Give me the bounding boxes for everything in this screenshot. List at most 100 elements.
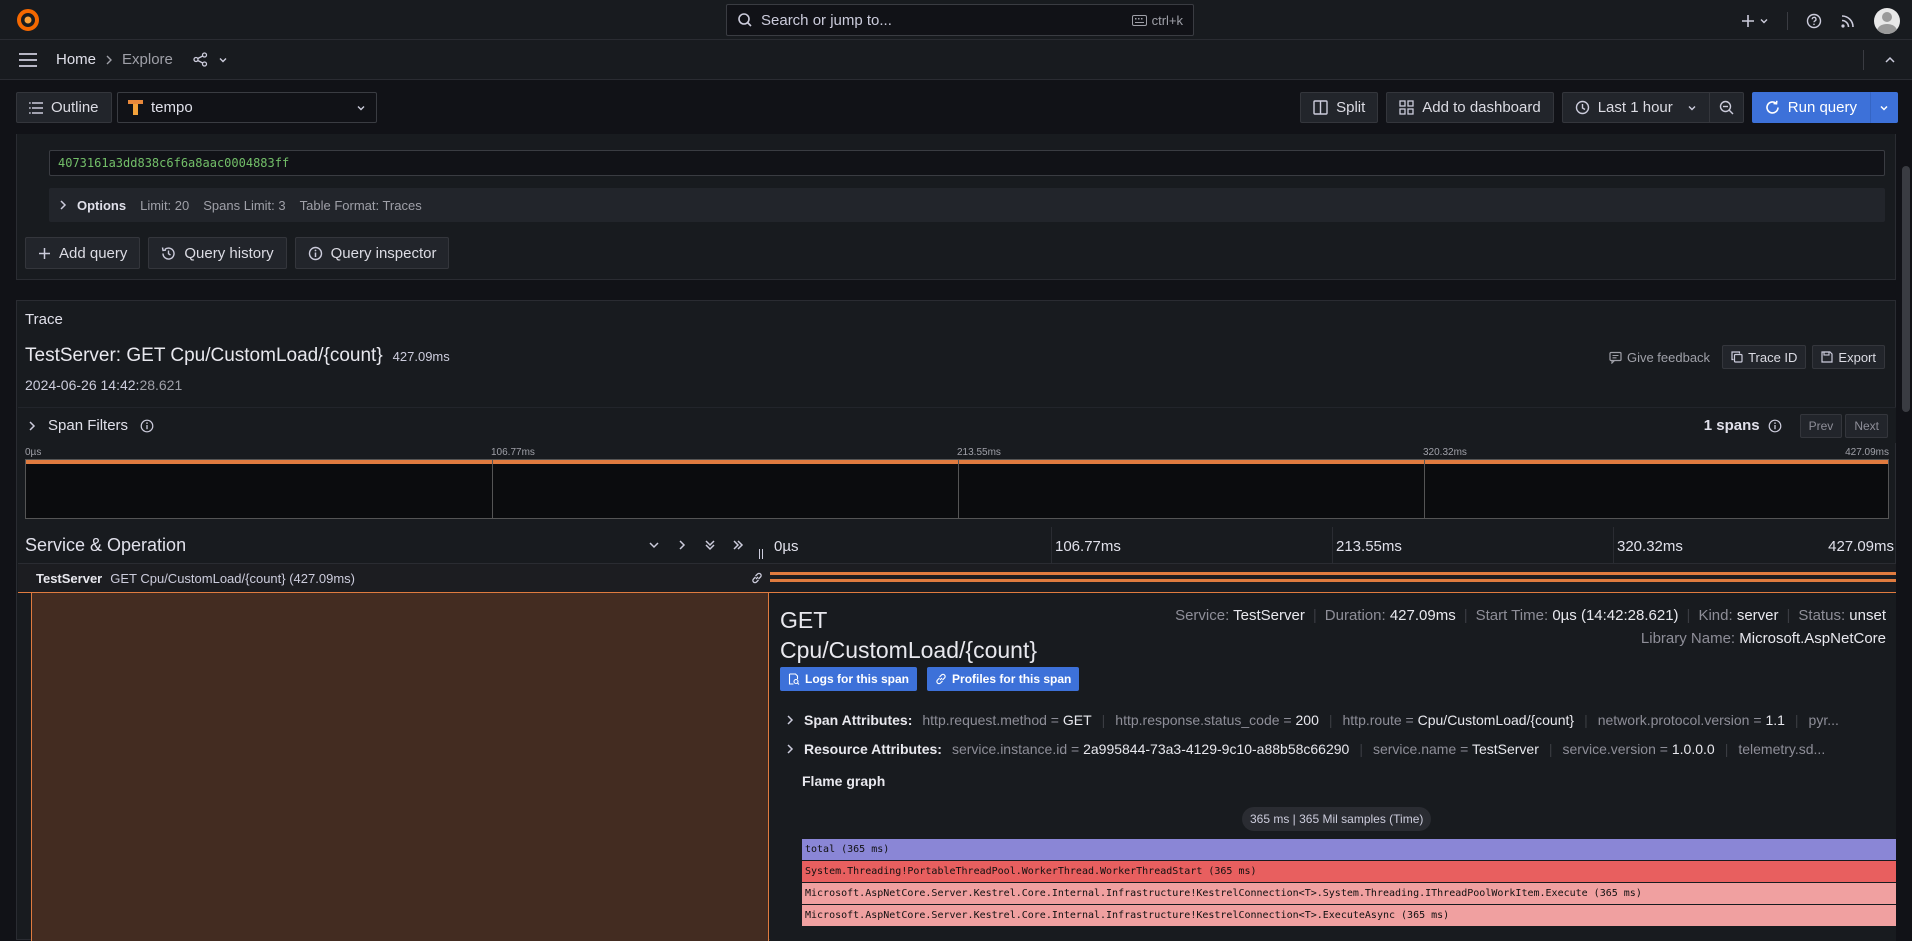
plus-icon [1742,15,1754,27]
span-row[interactable]: TestServer GET Cpu/CustomLoad/{count} (4… [18,563,1896,593]
plus-icon [39,247,50,259]
run-query-button[interactable]: Run query [1751,92,1870,123]
query-actions: Add query Query history Query inspector [25,237,450,269]
chevron-right-icon[interactable] [676,539,688,551]
span-filters-row[interactable]: Span Filters 1 spans Prev Next [18,407,1896,443]
resource-attributes-label: Resource Attributes: [804,741,942,757]
attr-value: TestServer [1471,741,1539,757]
span-service: TestServer [36,570,103,586]
link-icon[interactable] [750,571,764,585]
run-query-dropdown[interactable] [1870,92,1898,123]
span-detail: GET Cpu/CustomLoad/{count} Service: Test… [770,593,1896,941]
trace-start-date: 2024-06-26 14:42: [25,377,140,393]
rss-news-icon[interactable] [1840,13,1856,29]
trace-id-button[interactable]: Trace ID [1722,345,1807,369]
menu-icon[interactable] [18,52,38,68]
grafana-logo-icon[interactable] [16,8,40,32]
add-to-dashboard-label: Add to dashboard [1422,99,1541,116]
trace-header-actions: Give feedback Trace ID Export [1603,345,1885,369]
start-time-value: 0µs (14:42:28.621) [1552,607,1679,624]
chevron-down-icon [357,105,365,110]
double-chevron-down-icon[interactable] [704,539,716,551]
resource-attributes-row[interactable]: Resource Attributes: service.instance.id… [786,741,1886,757]
clock-icon [1575,100,1589,115]
flame-graph-bar[interactable]: System.Threading!PortableThreadPool.Work… [802,861,1896,882]
new-dropdown-button[interactable] [1741,14,1769,28]
add-to-dashboard-button[interactable]: Add to dashboard [1386,92,1554,123]
zoom-out-button[interactable] [1709,92,1744,123]
chevron-down-icon[interactable] [648,539,660,551]
span-detail-indent [31,593,769,941]
column-resizer[interactable] [759,549,763,559]
datasource-picker[interactable]: tempo [117,92,377,123]
logs-for-span-button[interactable]: Logs for this span [780,667,918,691]
flame-graph-bar[interactable]: Microsoft.AspNetCore.Server.Kestrel.Core… [802,905,1896,926]
add-query-button[interactable]: Add query [25,237,141,269]
history-icon [162,246,176,260]
span-attributes-row[interactable]: Span Attributes: http.request.method = G… [786,712,1886,728]
top-right-actions [1741,8,1900,34]
minimap-span-bar [26,460,1888,464]
logs-for-span-label: Logs for this span [805,672,910,686]
library-value: Microsoft.AspNetCore [1739,630,1886,647]
split-icon [1313,100,1328,115]
span-detail-method: GET [780,607,828,633]
outline-button[interactable]: Outline [16,92,112,123]
share-icon[interactable] [193,52,208,67]
minimap-tick: 0µs [25,447,42,458]
span-name-cell[interactable]: TestServer GET Cpu/CustomLoad/{count} (4… [18,564,770,592]
user-avatar[interactable] [1874,8,1900,34]
copy-icon [1731,351,1743,363]
timeline-gridline [1613,527,1614,563]
give-feedback-label: Give feedback [1626,349,1711,365]
chevron-down-icon[interactable] [218,55,228,65]
search-shortcut: ctrl+k [1131,13,1183,28]
timeline-ticks: 0µs 106.77ms 213.55ms 320.32ms 427.09ms [770,527,1896,563]
profiles-for-span-button[interactable]: Profiles for this span [927,667,1080,691]
info-circle-icon[interactable] [140,419,154,433]
span-duration-bar[interactable] [770,572,1896,582]
chevron-down-icon [1688,105,1696,110]
attr-value: GET [1062,712,1092,728]
give-feedback-link[interactable]: Give feedback [1603,350,1716,365]
prev-button[interactable]: Prev [1799,413,1843,438]
trace-start-time: 2024-06-26 14:42:28.621 [25,377,182,393]
attr-value: Cpu/CustomLoad/{count} [1417,712,1575,728]
tree-controls [648,539,744,551]
next-button[interactable]: Next [1845,413,1888,438]
minimap-gridline [1424,460,1425,518]
flame-graph[interactable]: total (365 ms) System.Threading!Portable… [802,839,1896,926]
search-input[interactable]: Search or jump to... ctrl+k [726,4,1194,36]
trace-header: TestServer: GET Cpu/CustomLoad/{count} 4… [25,345,450,367]
flame-graph-bar[interactable]: Microsoft.AspNetCore.Server.Kestrel.Core… [802,883,1896,904]
attr-value: 2a995844-73a3-4129-9c10-a88b58c66290 [1083,741,1350,757]
split-button[interactable]: Split [1300,92,1379,123]
span-meta-row2: Library Name: Microsoft.AspNetCore [1641,630,1886,647]
add-query-label: Add query [59,244,128,262]
duration-value: 427.09ms [1389,607,1456,624]
flame-graph-title: Flame graph [802,773,886,789]
query-inspector-button[interactable]: Query inspector [294,237,450,269]
query-history-button[interactable]: Query history [148,237,287,269]
double-chevron-right-icon[interactable] [732,539,744,551]
profiles-for-span-label: Profiles for this span [952,672,1072,686]
attr-key: http.response.status_code [1115,712,1280,728]
help-icon[interactable] [1806,13,1822,29]
trace-minimap[interactable]: 0µs 106.77ms 213.55ms 320.32ms 427.09ms [25,447,1889,519]
info-circle-icon[interactable] [1768,419,1782,433]
flame-graph-bar[interactable]: total (365 ms) [802,839,1896,860]
chevron-right-icon [787,715,794,725]
spans-count: 1 spans [1703,417,1760,434]
timeline-gridline [1332,527,1333,563]
timeline-tick: 213.55ms [1336,538,1402,555]
time-range-label: Last 1 hour [1597,99,1673,116]
breadcrumb-home[interactable]: Home [56,51,96,68]
trace-id-input[interactable]: 4073161a3dd838c6f6a8aac0004883ff [49,150,1885,176]
page-scrollbar[interactable] [1902,166,1910,412]
chevron-up-icon[interactable] [1884,55,1896,65]
time-range-picker[interactable]: Last 1 hour [1561,92,1710,123]
timeline-tick: 106.77ms [1055,538,1121,555]
query-options-row[interactable]: Options Limit: 20 Spans Limit: 3 Table F… [49,188,1885,222]
export-button[interactable]: Export [1812,345,1885,369]
chevron-down-icon [1760,19,1768,24]
